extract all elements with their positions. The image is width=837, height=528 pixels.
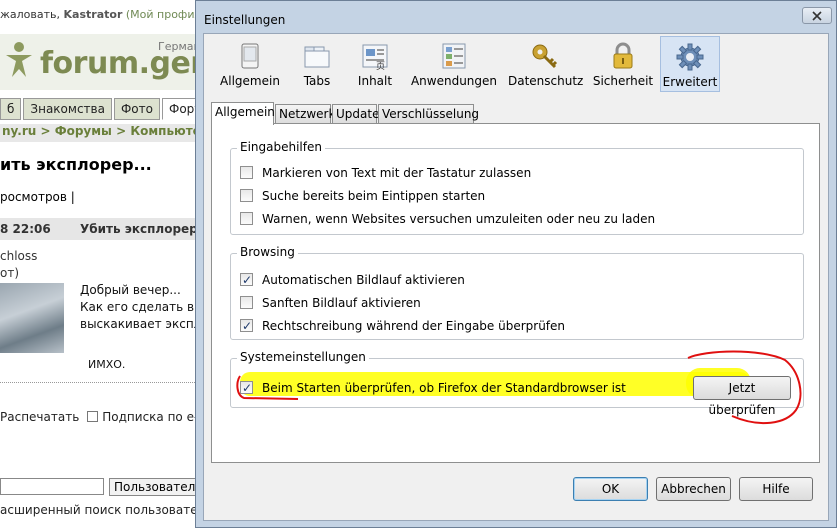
subtab-update[interactable]: Update xyxy=(332,104,379,124)
dialog-titlebar[interactable]: Einstellungen xyxy=(196,1,836,33)
checkbox-label: Warnen, wenn Websites versuchen umzuleit… xyxy=(262,212,656,226)
toolbar-anwendungen[interactable]: Anwendungen xyxy=(409,36,499,92)
checkbox-label: Sanften Bildlauf aktivieren xyxy=(262,296,421,310)
subscribe-label[interactable]: Подписка по e-ma xyxy=(102,410,205,424)
checkbox-find-as-you-type[interactable] xyxy=(240,189,253,202)
checkmark-icon: ✓ xyxy=(242,319,253,333)
checkbox-label: Rechtschreibung während der Eingabe über… xyxy=(262,319,566,333)
padlock-icon xyxy=(613,42,633,69)
cancel-button[interactable]: Abbrechen xyxy=(656,477,731,501)
toolbar-label: Allgemein xyxy=(220,74,280,88)
group-legend: Systemeinstellungen xyxy=(237,350,369,364)
dialog-body: Allgemein Tabs 页 Inhalt Anwendungen Date… xyxy=(203,33,829,521)
close-icon xyxy=(812,10,822,21)
group-legend: Eingabehilfen xyxy=(237,140,325,154)
checkbox-label: Suche bereits beim Eintippen starten xyxy=(262,189,486,203)
settings-dialog: Einstellungen Allgemein Tabs 页 Inhalt An… xyxy=(195,0,837,528)
forum-logo-banner: forum.germa Герман xyxy=(0,34,205,90)
toolbar-label: Tabs xyxy=(303,74,331,88)
topic-title: ить эксплорер... xyxy=(0,155,152,174)
avatar xyxy=(0,283,64,353)
post-header: 8 22:06 Убить эксплорер. xyxy=(0,218,205,240)
checkbox-label: Automatischen Bildlauf aktivieren xyxy=(262,273,465,287)
subscribe-checkbox[interactable] xyxy=(87,411,99,422)
toolbar-inhalt[interactable]: 页 Inhalt xyxy=(353,36,397,92)
checkbox-caret-browsing[interactable] xyxy=(240,166,253,179)
divider xyxy=(0,382,205,383)
post-subject: Убить эксплорер. xyxy=(80,222,203,236)
views-count: росмотров | xyxy=(0,190,75,204)
ok-button[interactable]: OK xyxy=(573,477,648,501)
tabs-icon xyxy=(304,46,330,68)
settings-toolbar: Allgemein Tabs 页 Inhalt Anwendungen Date… xyxy=(204,34,828,94)
group-legend: Browsing xyxy=(237,245,298,259)
toolbar-label: Erweitert xyxy=(662,75,718,89)
forum-nav-tabs: бЗнакомстваФотоФорумы xyxy=(0,98,205,122)
checkbox-autoscroll[interactable]: ✓ xyxy=(240,273,253,286)
message-signature: ИМХО. xyxy=(88,358,126,371)
checkbox-spellcheck[interactable]: ✓ xyxy=(240,319,253,332)
toolbar-tabs[interactable]: Tabs xyxy=(296,36,338,92)
svg-text:页: 页 xyxy=(376,61,385,71)
message-line: Как его сделать в В xyxy=(80,300,205,314)
group-eingabehilfen: Eingabehilfen Markieren von Text mit der… xyxy=(230,140,804,235)
close-button[interactable] xyxy=(802,7,832,24)
search-type-select[interactable]: Пользователя xyxy=(109,478,205,496)
subtab-allgemein[interactable]: Allgemein xyxy=(211,102,275,125)
toolbar-allgemein[interactable]: Allgemein xyxy=(220,36,280,92)
user-search-row: Пользователя xyxy=(0,478,205,496)
checkmark-icon: ✓ xyxy=(242,381,253,395)
breadcrumb[interactable]: ny.ru > Форумы > Компьютер xyxy=(0,124,205,142)
dialog-title: Einstellungen xyxy=(204,13,286,27)
author-role: от) xyxy=(0,266,20,280)
user-search-input[interactable] xyxy=(0,478,104,495)
forum-tab-dating[interactable]: Знакомства xyxy=(23,98,112,120)
checkbox-label: Beim Starten überprüfen, ob Firefox der … xyxy=(262,381,626,395)
toolbar-label: Inhalt xyxy=(357,74,393,88)
post-author[interactable]: chloss xyxy=(0,249,37,263)
applications-icon xyxy=(442,43,466,69)
subtab-netzwerk[interactable]: Netzwerk xyxy=(275,104,335,124)
content-icon: 页 xyxy=(362,44,388,71)
post-time: 8 22:06 xyxy=(0,222,51,236)
background-forum-page: жаловать, Kastrator (Мой профиль forum.g… xyxy=(0,0,205,528)
checkbox-label: Markieren von Text mit der Tastatur zula… xyxy=(262,166,532,180)
checkbox-default-browser[interactable]: ✓ xyxy=(240,381,253,394)
toolbar-label: Anwendungen xyxy=(410,74,498,88)
toolbar-label: Datenschutz xyxy=(508,74,584,88)
forum-tab-0[interactable]: б xyxy=(0,98,22,120)
check-now-button[interactable]: Jetzt überprüfen xyxy=(693,376,791,417)
help-button[interactable]: Hilfe xyxy=(739,477,813,501)
checkbox-warn-redirect[interactable] xyxy=(240,212,253,225)
checkbox-smooth-scroll[interactable] xyxy=(240,296,253,309)
privacy-key-icon xyxy=(532,44,558,69)
toolbar-label: Sicherheit xyxy=(592,74,654,88)
extended-search-link[interactable]: асширенный поиск пользователей xyxy=(0,503,205,517)
switch-panel-icon xyxy=(241,43,259,69)
logo-figure-icon xyxy=(6,42,32,77)
profile-link[interactable]: (Мой профиль xyxy=(126,8,205,21)
subtab-verschluesselung[interactable]: Verschlüsselung xyxy=(378,104,479,124)
post-actions: Распечатать Подписка по e-ma xyxy=(0,410,205,424)
message-line: выскакивает экспло xyxy=(80,317,205,331)
toolbar-sicherheit[interactable]: Sicherheit xyxy=(590,36,656,92)
forum-topbar: жаловать, Kastrator (Мой профиль xyxy=(0,8,205,21)
gear-icon xyxy=(676,43,704,71)
username-link[interactable]: Kastrator xyxy=(64,8,123,21)
forum-tab-photo[interactable]: Фото xyxy=(113,98,160,120)
toolbar-erweitert[interactable]: Erweitert xyxy=(660,36,720,92)
message-line: Добрый вечер... xyxy=(80,283,181,297)
group-browsing: Browsing ✓ Automatischen Bildlauf aktivi… xyxy=(230,245,804,340)
group-systemeinstellungen: Systemeinstellungen ✓ Beim Starten überp… xyxy=(230,350,804,417)
greeting-text: жаловать, xyxy=(0,8,61,21)
toolbar-datenschutz[interactable]: Datenschutz xyxy=(508,36,584,92)
print-link[interactable]: Распечатать xyxy=(0,410,79,424)
checkmark-icon: ✓ xyxy=(242,273,253,287)
